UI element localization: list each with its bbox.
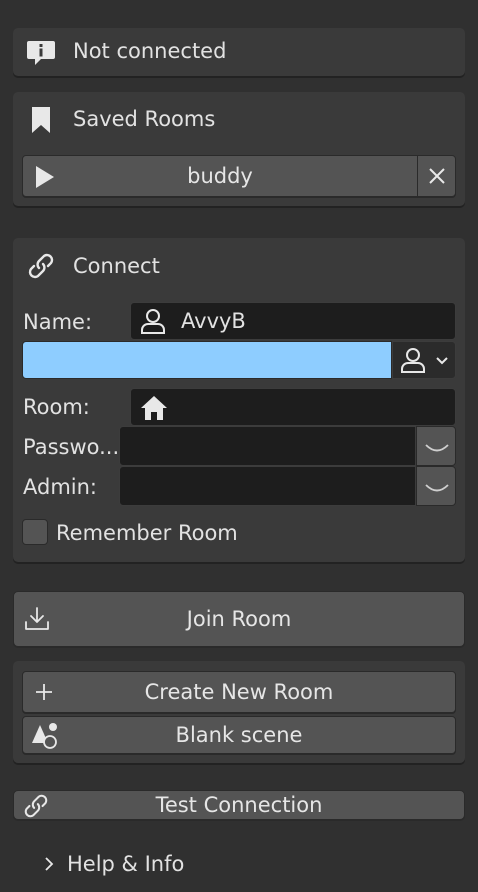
admin-label: Admin: [23,475,98,499]
remove-saved-room-button[interactable] [417,155,456,197]
remember-room-checkbox[interactable] [22,519,48,545]
admin-field[interactable] [119,466,416,506]
blank-scene-label: Blank scene [175,723,303,747]
bookmark-icon [32,107,50,133]
password-field[interactable] [119,426,416,466]
create-new-room-label: Create New Room [144,680,334,704]
test-connection-label: Test Connection [155,793,323,817]
test-connection-button[interactable]: Test Connection [13,790,465,820]
user-color-swatch[interactable] [22,341,392,379]
password-visibility-toggle[interactable] [416,426,456,466]
saved-rooms-title: Saved Rooms [73,107,216,131]
link-icon [28,253,54,279]
join-room-label: Join Room [186,607,292,631]
saved-room-button[interactable]: buddy [22,155,418,197]
chevron-down-icon [436,357,448,365]
close-icon [429,168,445,184]
eye-closed-icon [425,444,449,452]
connect-panel: Connect Name: AvvyB Room: Passwo... Admi… [13,238,465,562]
home-icon [141,396,167,420]
connect-title: Connect [73,254,160,278]
admin-visibility-toggle[interactable] [416,466,456,506]
user-icon [141,309,165,334]
status-panel: Not connected [13,28,465,76]
status-text: Not connected [73,39,227,63]
name-field[interactable]: AvvyB [130,302,456,340]
create-panel: Create New Room Blank scene [13,661,465,763]
blank-scene-button[interactable]: Blank scene [22,716,456,754]
create-new-room-button[interactable]: Create New Room [22,671,456,713]
room-field[interactable] [130,388,456,426]
join-room-button[interactable]: Join Room [13,591,465,647]
help-info-label: Help & Info [67,852,185,876]
saved-rooms-panel: Saved Rooms buddy [13,92,465,206]
chevron-right-icon [45,857,54,871]
remember-room-label[interactable]: Remember Room [56,521,238,545]
user-icon [401,348,425,373]
name-value: AvvyB [181,309,246,333]
name-label: Name: [23,310,93,334]
eye-closed-icon [425,484,449,492]
password-label: Passwo... [23,435,120,459]
room-label: Room: [23,395,90,419]
user-preset-dropdown[interactable] [392,341,456,379]
saved-room-label: buddy [187,164,253,188]
info-icon [27,41,55,65]
help-info-subpanel[interactable]: Help & Info [13,846,465,882]
